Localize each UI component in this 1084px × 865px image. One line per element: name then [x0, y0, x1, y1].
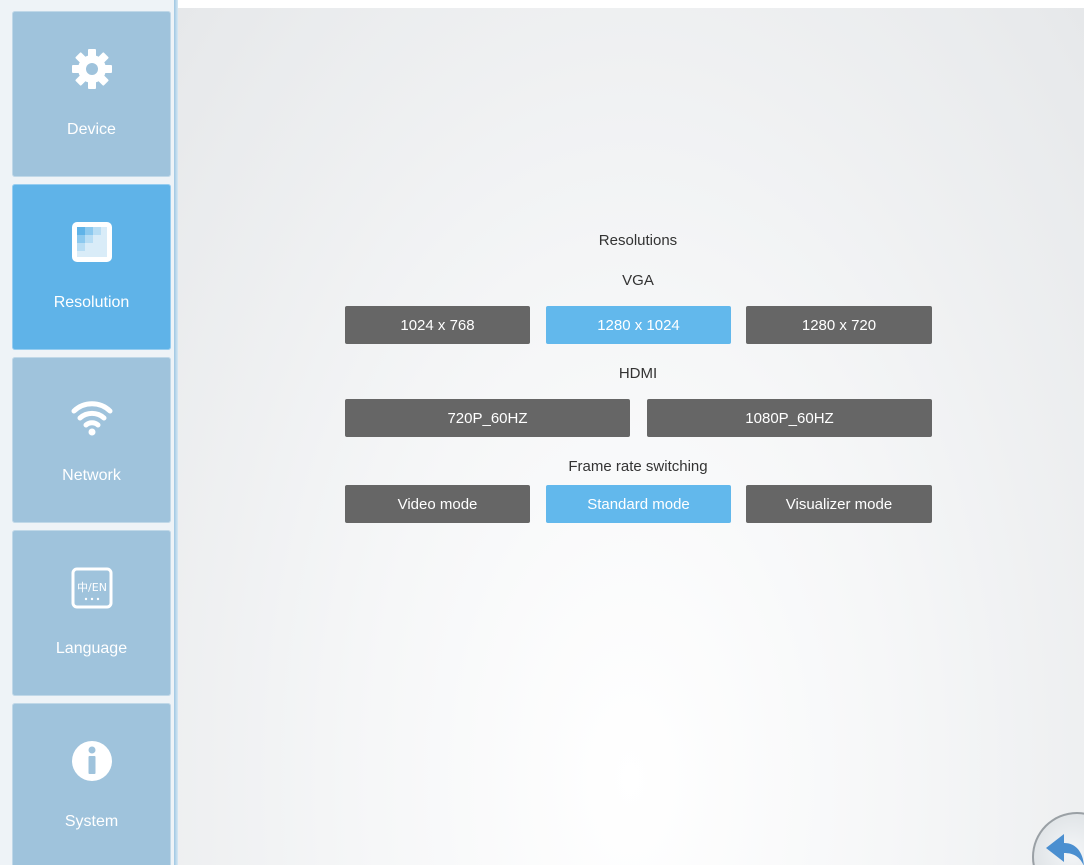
hdmi-section-title: HDMI — [618, 365, 658, 382]
vga-option-1280x1024[interactable]: 1280 x 1024 — [546, 306, 731, 344]
top-strip — [178, 0, 1084, 8]
sidebar-item-label: System — [64, 813, 119, 830]
language-icon: 中/EN — [71, 567, 112, 609]
hdmi-option-720p[interactable]: 720P_60HZ — [345, 399, 630, 437]
sidebar-item-resolution[interactable]: Resolution — [12, 184, 171, 350]
page-title: Resolutions — [598, 232, 678, 249]
vga-option-1024x768[interactable]: 1024 x 768 — [345, 306, 530, 344]
sidebar-item-label: Network — [62, 467, 121, 484]
sidebar: Device Resolution Network 中/EN Language … — [0, 0, 178, 865]
wifi-icon — [71, 401, 112, 436]
sidebar-item-device[interactable]: Device — [12, 11, 171, 177]
main-panel — [178, 0, 1084, 865]
sidebar-item-label: Language — [55, 640, 128, 657]
back-arrow-icon — [1046, 834, 1084, 865]
info-icon — [71, 741, 112, 781]
frame-rate-standard-mode-button[interactable]: Standard mode — [546, 485, 731, 523]
sidebar-item-label: Device — [67, 121, 116, 138]
vga-option-1280x720[interactable]: 1280 x 720 — [746, 306, 932, 344]
vga-section-title: VGA — [622, 272, 654, 289]
frame-rate-video-mode-button[interactable]: Video mode — [345, 485, 530, 523]
sidebar-item-label: Resolution — [53, 294, 130, 311]
gear-icon — [71, 49, 112, 89]
frame-rate-section-title: Frame rate switching — [568, 458, 708, 475]
frame-rate-visualizer-mode-button[interactable]: Visualizer mode — [746, 485, 932, 523]
sidebar-item-language[interactable]: 中/EN Language — [12, 530, 171, 696]
svg-text:中/EN: 中/EN — [77, 581, 107, 594]
sidebar-item-network[interactable]: Network — [12, 357, 171, 523]
sidebar-item-system[interactable]: System — [12, 703, 171, 865]
resolution-icon — [71, 222, 112, 262]
hdmi-option-1080p[interactable]: 1080P_60HZ — [647, 399, 932, 437]
